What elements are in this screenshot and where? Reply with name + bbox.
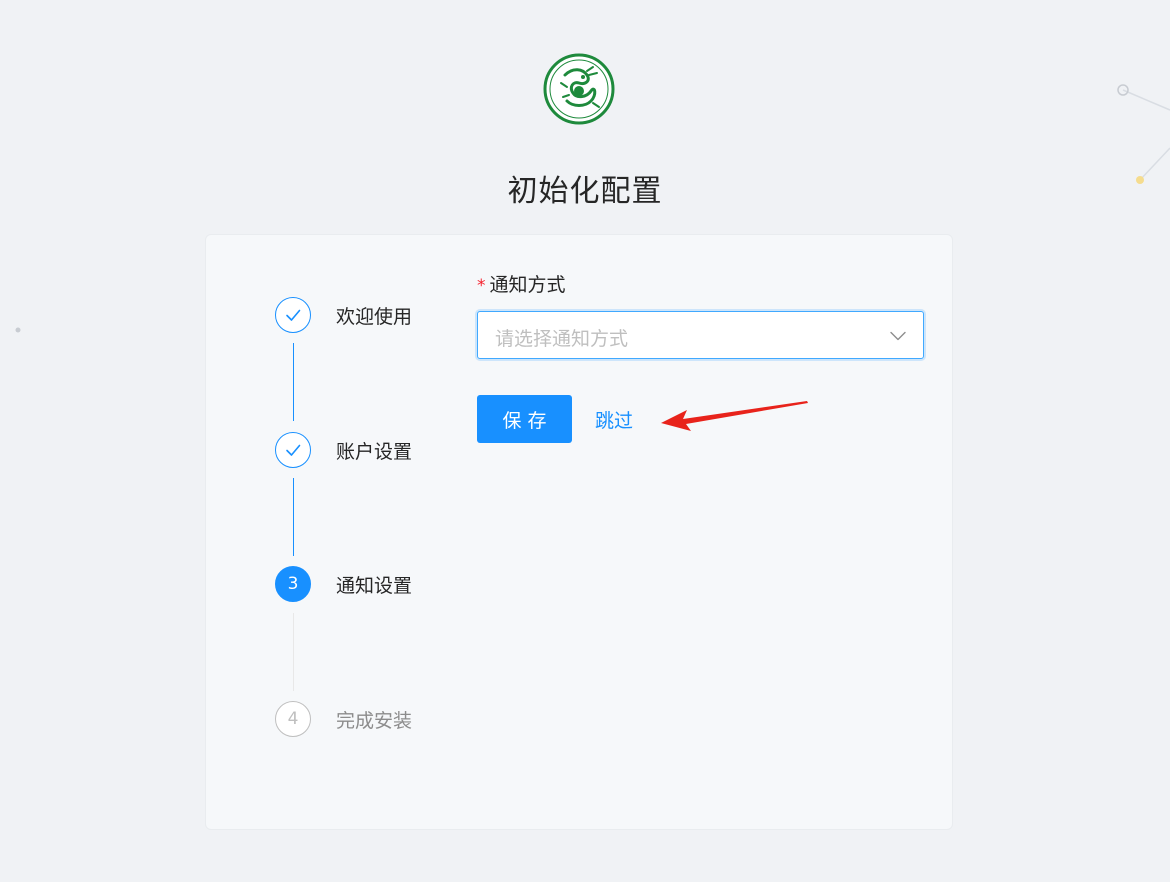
notification-form: * 通知方式 请选择通知方式 保存 跳过 bbox=[477, 271, 925, 443]
step-circle-finished bbox=[275, 432, 311, 468]
select-placeholder: 请选择通知方式 bbox=[495, 328, 629, 350]
skip-link[interactable]: 跳过 bbox=[595, 406, 633, 433]
steps: 欢迎使用 账户设置 3 通知设置 4 完成安装 bbox=[206, 235, 466, 831]
step-circle-active: 3 bbox=[275, 566, 311, 602]
notify-method-select[interactable]: 请选择通知方式 bbox=[477, 311, 924, 359]
step-label: 通知设置 bbox=[336, 575, 413, 597]
step-circle-finished bbox=[275, 297, 311, 333]
step-account: 账户设置 bbox=[275, 432, 495, 470]
step-connector bbox=[293, 478, 294, 556]
save-button[interactable]: 保存 bbox=[477, 395, 572, 443]
step-label: 账户设置 bbox=[336, 441, 413, 463]
step-circle-waiting: 4 bbox=[275, 701, 311, 737]
step-notification: 3 通知设置 bbox=[275, 566, 495, 604]
step-welcome: 欢迎使用 bbox=[275, 297, 495, 335]
notify-method-label: * 通知方式 bbox=[477, 271, 925, 299]
page-title: 初始化配置 bbox=[507, 174, 663, 209]
page: 初始化配置 欢迎使用 账户设置 3 通知设置 4 完成安装 * 通知方式 请选择… bbox=[0, 0, 1170, 882]
notify-method-label-text: 通知方式 bbox=[489, 274, 566, 296]
step-connector bbox=[293, 343, 294, 421]
setup-card: 欢迎使用 账户设置 3 通知设置 4 完成安装 * 通知方式 请选择通知方式 保… bbox=[205, 234, 953, 830]
step-finish: 4 完成安装 bbox=[275, 701, 495, 739]
check-icon bbox=[286, 444, 301, 456]
step-label: 完成安装 bbox=[336, 710, 413, 732]
form-actions: 保存 跳过 bbox=[477, 395, 925, 443]
step-label: 欢迎使用 bbox=[336, 306, 413, 328]
required-mark: * bbox=[477, 276, 486, 296]
check-icon bbox=[286, 309, 301, 321]
chevron-down-icon bbox=[890, 331, 906, 341]
dragon-logo-icon bbox=[543, 53, 615, 125]
step-connector bbox=[293, 613, 294, 691]
